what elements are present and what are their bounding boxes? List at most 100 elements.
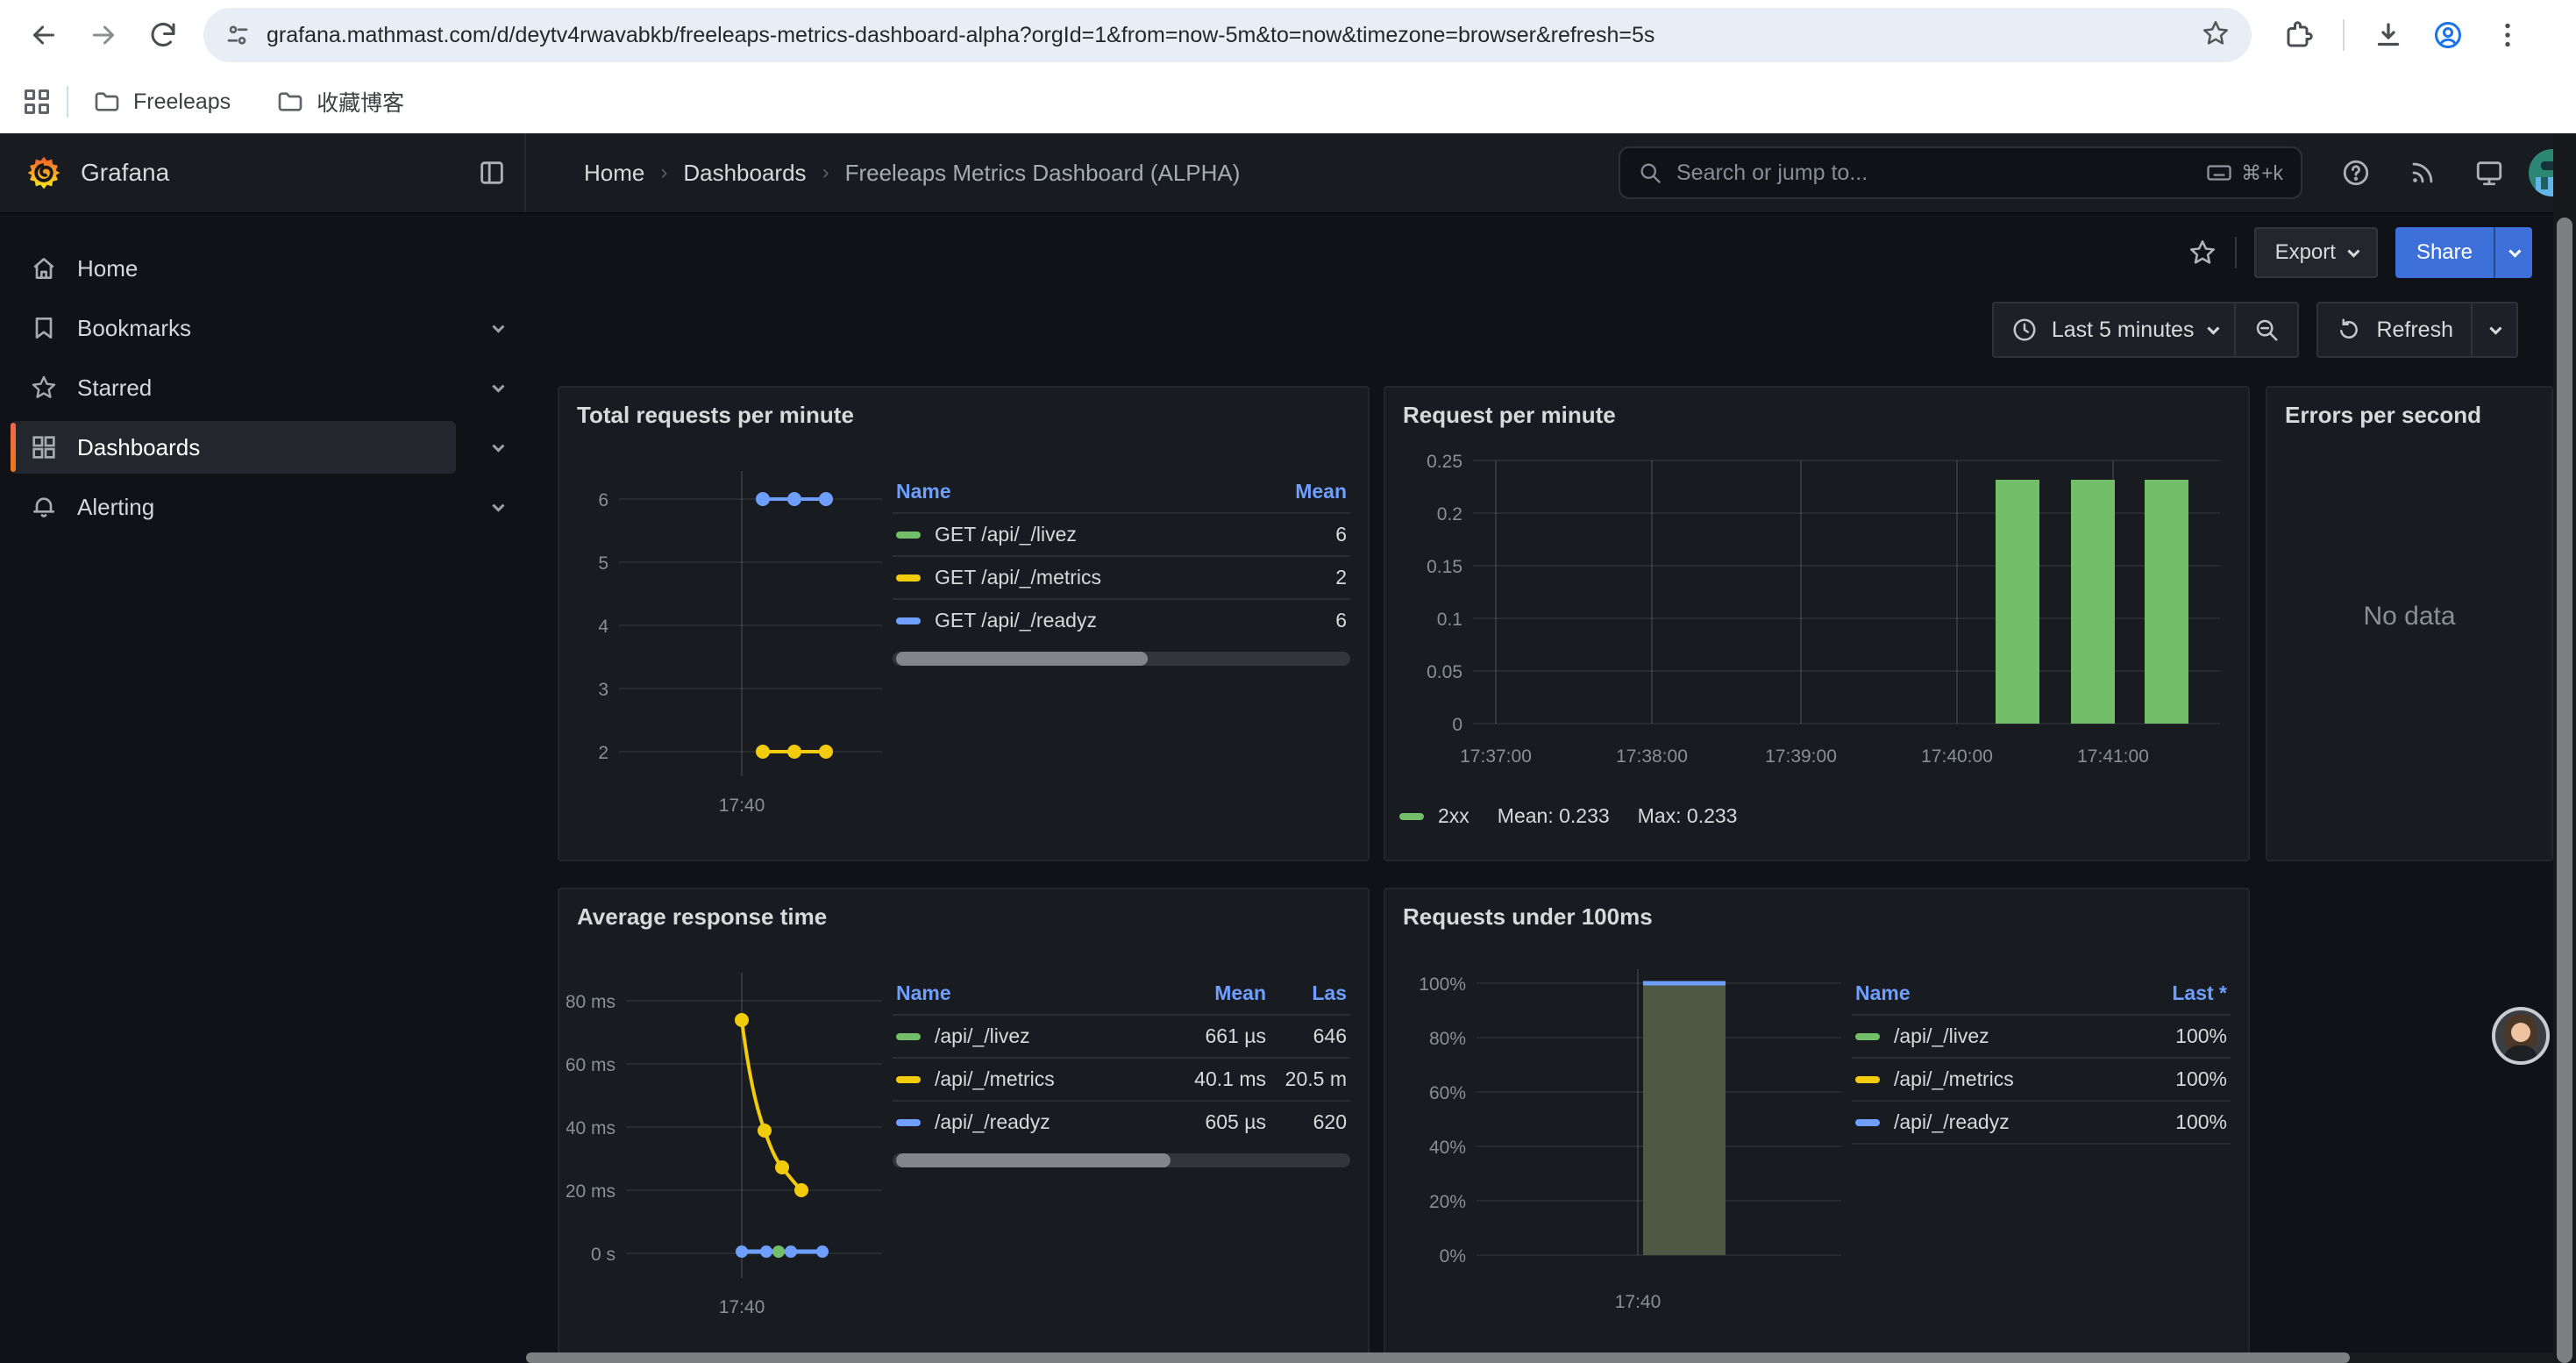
sidebar-toggle-icon[interactable]	[477, 158, 507, 188]
url-text[interactable]: grafana.mathmast.com/d/deytv4rwavabkb/fr…	[267, 23, 1654, 48]
legend-item-2xx[interactable]: 2xx	[1399, 804, 1469, 828]
svg-text:40%: 40%	[1429, 1138, 1466, 1158]
series-color-dash	[896, 1119, 921, 1126]
refresh-button[interactable]: Refresh	[2318, 303, 2471, 356]
panel-total-requests[interactable]: Total requests per minute 6 5 4 3 2	[558, 386, 1370, 861]
vertical-scrollbar-thumb[interactable]	[2557, 218, 2572, 1363]
chevron-down-icon[interactable]	[492, 500, 504, 512]
chevron-down-icon[interactable]	[492, 381, 504, 393]
export-button[interactable]: Export	[2254, 227, 2378, 278]
svg-text:0%: 0%	[1440, 1246, 1466, 1267]
bookmark-folder-freeleaps[interactable]: Freeleaps	[93, 88, 231, 116]
legend-row[interactable]: /api/_/readyz 605 µs 620	[893, 1100, 1350, 1143]
panel-request-per-minute[interactable]: Request per minute 0.25 0.2 0.15 0.1 0.0…	[1384, 386, 2250, 861]
sidebar-item-home[interactable]: Home	[0, 242, 526, 295]
legend-table: Name Mean GET /api/_/livez 6 GET /api/_/…	[893, 475, 1350, 850]
assistant-avatar[interactable]	[2492, 1007, 2550, 1065]
panel-title[interactable]: Total requests per minute	[559, 388, 1368, 432]
chevron-down-icon	[2208, 323, 2220, 335]
breadcrumb-dashboards[interactable]: Dashboards	[683, 160, 806, 187]
downloads-icon[interactable]	[2359, 5, 2418, 65]
share-button[interactable]: Share	[2395, 227, 2494, 278]
keyboard-icon	[2206, 160, 2232, 186]
dashboard-canvas: Last 5 minutes Refresh Total requests pe	[526, 291, 2553, 1363]
sidebar-item-alerting[interactable]: Alerting	[0, 481, 526, 533]
sidebar-item-dashboards[interactable]: Dashboards	[0, 421, 526, 474]
legend-row[interactable]: GET /api/_/metrics 2	[893, 555, 1350, 598]
share-button-group: Share	[2395, 227, 2532, 278]
svg-text:2: 2	[598, 743, 608, 763]
time-range-picker[interactable]: Last 5 minutes	[1994, 303, 2235, 356]
panel-avg-response-time[interactable]: Average response time 80 ms 60 ms 40 ms …	[558, 888, 1370, 1363]
panel-title[interactable]: Average response time	[559, 889, 1368, 934]
dashboard-actions-bar: Export Share	[526, 214, 2553, 291]
panel-title[interactable]: Request per minute	[1385, 388, 2248, 432]
legend-row[interactable]: /api/_/metrics 100%	[1852, 1057, 2231, 1100]
legend: 2xx Mean: 0.233 Max: 0.233	[1385, 794, 2248, 828]
site-settings-icon[interactable]	[224, 22, 251, 48]
legend-col-name[interactable]: Name	[896, 480, 1245, 503]
horizontal-scrollbar-thumb[interactable]	[526, 1352, 2350, 1363]
chevron-down-icon[interactable]	[492, 440, 504, 453]
search-input[interactable]: Search or jump to... ⌘+k	[1619, 146, 2302, 199]
svg-text:0.05: 0.05	[1427, 662, 1462, 682]
news-rss-icon[interactable]	[2408, 158, 2437, 188]
legend-row[interactable]: GET /api/_/readyz 6	[893, 598, 1350, 641]
series-color-dash	[1855, 1119, 1880, 1126]
series-color-dash	[896, 1033, 921, 1040]
legend-col-mean[interactable]: Mean	[1245, 480, 1347, 503]
panel-title[interactable]: Errors per second	[2267, 388, 2551, 432]
panel-errors-per-second[interactable]: Errors per second No data	[2266, 386, 2553, 861]
svg-text:17:40: 17:40	[719, 1297, 765, 1317]
series-color-dash	[896, 574, 921, 582]
legend-row[interactable]: /api/_/readyz 100%	[1852, 1100, 2231, 1145]
share-menu-button[interactable]	[2494, 227, 2532, 278]
address-bar[interactable]: grafana.mathmast.com/d/deytv4rwavabkb/fr…	[203, 8, 2252, 62]
horizontal-scrollbar[interactable]	[526, 1352, 2553, 1363]
svg-text:0.15: 0.15	[1427, 557, 1462, 577]
help-icon[interactable]	[2341, 158, 2371, 188]
browser-menu-icon[interactable]	[2478, 5, 2537, 65]
extensions-icon[interactable]	[2269, 5, 2329, 65]
sidebar-item-starred[interactable]: Starred	[0, 361, 526, 414]
sidebar-item-bookmarks[interactable]: Bookmarks	[0, 302, 526, 354]
vertical-scrollbar[interactable]	[2553, 133, 2576, 1363]
legend-col-mean[interactable]: Mean	[1164, 981, 1266, 1005]
legend-table: Name Mean Las /api/_/livez 661 µs 646 /a…	[893, 976, 1350, 1352]
bookmark-folder-blogs[interactable]: 收藏博客	[276, 86, 404, 118]
svg-text:17:39:00: 17:39:00	[1765, 746, 1837, 767]
legend-mean: Mean: 0.233	[1498, 804, 1610, 828]
refresh-interval-button[interactable]	[2471, 303, 2516, 356]
zoom-out-button[interactable]	[2234, 303, 2297, 356]
profile-icon[interactable]	[2418, 5, 2478, 65]
chevron-down-icon[interactable]	[492, 321, 504, 333]
sidebar: Home Bookmarks Starred Dashboards	[0, 214, 526, 1363]
legend-row[interactable]: GET /api/_/livez 6	[893, 512, 1350, 555]
grafana-logo[interactable]	[25, 153, 63, 192]
apps-grid-icon[interactable]	[25, 89, 49, 114]
legend-col-last[interactable]: Las	[1266, 981, 1347, 1005]
monitor-icon[interactable]	[2474, 158, 2504, 188]
bookmark-star-icon[interactable]	[2201, 18, 2231, 55]
legend-row[interactable]: /api/_/livez 100%	[1852, 1014, 2231, 1057]
legend-col-name[interactable]: Name	[1855, 981, 2125, 1005]
favorite-star-icon[interactable]	[2188, 238, 2217, 268]
svg-text:0.25: 0.25	[1427, 452, 1462, 472]
panel-title[interactable]: Requests under 100ms	[1385, 889, 2248, 934]
legend-col-last[interactable]: Last *	[2125, 981, 2227, 1005]
back-icon[interactable]	[14, 5, 74, 65]
legend-scrollbar[interactable]	[893, 1153, 1350, 1167]
refresh-icon	[2336, 317, 2362, 343]
svg-text:0.2: 0.2	[1437, 504, 1462, 525]
legend-row[interactable]: /api/_/livez 661 µs 646	[893, 1014, 1350, 1057]
legend-scrollbar[interactable]	[893, 652, 1350, 666]
series-color-dash	[896, 617, 921, 624]
legend-row[interactable]: /api/_/metrics 40.1 ms 20.5 m	[893, 1057, 1350, 1100]
forward-icon[interactable]	[74, 5, 133, 65]
breadcrumb-home[interactable]: Home	[584, 160, 644, 187]
svg-text:17:38:00: 17:38:00	[1616, 746, 1688, 767]
legend-col-name[interactable]: Name	[896, 981, 1164, 1005]
reload-icon[interactable]	[133, 5, 193, 65]
panel-under-100ms[interactable]: Requests under 100ms 100% 80% 60% 40% 20…	[1384, 888, 2250, 1363]
series-readyz-line	[756, 492, 833, 506]
